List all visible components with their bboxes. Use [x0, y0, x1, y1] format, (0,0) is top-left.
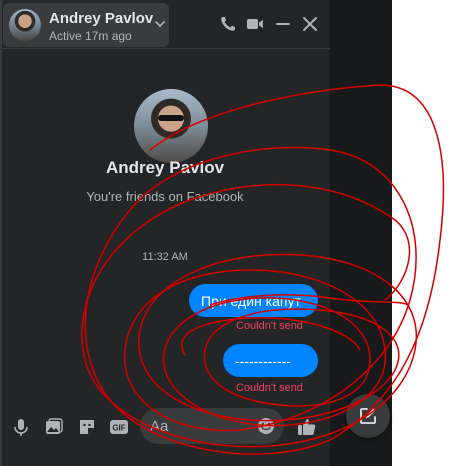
friendship-status: You're friends on Facebook: [86, 189, 244, 204]
message-input-field[interactable]: [140, 408, 284, 444]
header-name: Andrey Pavlov: [49, 10, 154, 27]
photo-icon[interactable]: [43, 416, 65, 438]
profile-avatar[interactable]: [134, 89, 208, 163]
page-margin: [392, 0, 457, 466]
compose-icon: [360, 408, 376, 424]
svg-text:GIF: GIF: [112, 424, 125, 433]
phone-icon[interactable]: [218, 14, 238, 34]
new-message-button[interactable]: [346, 394, 390, 438]
message-input[interactable]: [150, 408, 250, 444]
chat-header: Andrey Pavlov Active 17m ago: [0, 0, 330, 49]
video-camera-icon[interactable]: [245, 14, 265, 34]
message-text: При един капут: [201, 292, 301, 309]
microphone-icon[interactable]: [10, 416, 32, 438]
message-bubble[interactable]: При един капут: [189, 284, 318, 317]
message-timestamp: 11:32 AM: [142, 251, 188, 263]
minimize-icon[interactable]: [273, 14, 293, 34]
thumbs-up-icon[interactable]: [296, 416, 318, 438]
header-status: Active 17m ago: [49, 29, 132, 43]
header-user-button[interactable]: Andrey Pavlov Active 17m ago: [3, 3, 169, 47]
emoji-icon[interactable]: [256, 416, 276, 436]
close-icon[interactable]: [300, 14, 320, 34]
sunglasses: [158, 115, 184, 121]
message-text: ------------: [235, 352, 291, 369]
message-bubble[interactable]: ------------: [223, 344, 318, 377]
gif-icon[interactable]: GIF: [108, 416, 130, 438]
chevron-down-icon: [155, 21, 165, 28]
avatar: [9, 9, 41, 41]
sticker-icon[interactable]: [76, 416, 98, 438]
send-failed-status[interactable]: Couldn't send: [236, 320, 303, 332]
chat-window: Andrey Pavlov Active 17m ago Andrey Pavl…: [0, 0, 330, 466]
send-failed-status[interactable]: Couldn't send: [236, 382, 303, 394]
profile-name: Andrey Pavlov: [105, 158, 225, 177]
window-edge: [0, 0, 2, 466]
